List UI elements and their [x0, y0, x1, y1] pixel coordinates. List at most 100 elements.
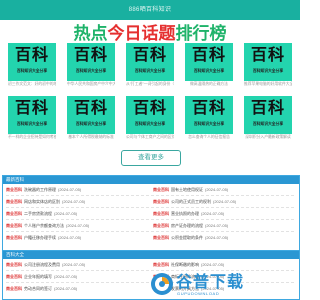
thumb-logo-text: 百科 [191, 98, 226, 117]
list-item[interactable]: 商业百科 国有土地使用权证 (2024-07-05) [153, 185, 295, 195]
item-date: (2024-07-05) [201, 211, 225, 216]
item-tag[interactable]: 商业百科 [6, 286, 22, 291]
thumb-subtitle: 百科知识大全分享 [134, 122, 166, 126]
thumb-subtitle: 百科知识大全分享 [75, 122, 107, 126]
topic-card[interactable]: 百科百科知识大全分享 初三作文范文：好的初中的地方名... [8, 43, 56, 88]
topic-thumbnail[interactable]: 百科百科知识大全分享 [67, 43, 115, 81]
thumb-logo-text: 百科 [250, 45, 285, 64]
item-title[interactable]: 劳动合同的签订 [24, 286, 52, 291]
topic-caption[interactable]: 深圳积分入户最新政策解读 [244, 134, 292, 141]
topic-thumbnail[interactable]: 百科 百科知识大全分享 [67, 96, 115, 134]
topic-thumbnail[interactable]: 百科 百科知识大全分享 [126, 43, 174, 81]
item-tag[interactable]: 商业百科 [153, 223, 169, 228]
topic-card[interactable]: 百科百科知识大全分享 公司与个体工商户之间的区别 [126, 96, 174, 141]
thumb-subtitle: 百科知识大全分享 [75, 69, 107, 73]
item-date: (2024-07-05) [201, 262, 225, 267]
item-title[interactable]: 营业执照的办理 [171, 211, 199, 216]
item-tag[interactable]: 商业百科 [6, 274, 22, 279]
thumb-logo-text: 百科 [73, 45, 108, 64]
topic-caption[interactable]: 不一样的企业招待是如何考核的 [8, 134, 56, 141]
topic-thumbnail[interactable]: 百科 百科知识大全分享 [8, 96, 56, 134]
list-item[interactable]: 商业百科 公积金提取的条件 (2024-07-05) [153, 233, 295, 243]
item-tag[interactable]: 商业百科 [6, 262, 22, 267]
topic-card[interactable]: 百科百科知识大全分享 中华人民共和国房产中介中大局出... [67, 43, 115, 88]
list-item[interactable]: 商业百科 社保断缴的影响 (2024-07-05) [153, 260, 295, 270]
topic-thumbnail[interactable]: 百科百科知识大全分享 [126, 96, 174, 134]
topic-caption[interactable]: 中华人民共和国房产中介中大局出... [67, 81, 115, 88]
topic-thumbnail[interactable]: 百科 百科知识大全分享 [8, 43, 56, 81]
item-tag[interactable]: 商业百科 [153, 199, 169, 204]
item-tag[interactable]: 商业百科 [6, 199, 22, 204]
list-item[interactable]: 商业百科 洗碗器的工作原理 (2024-07-05) [6, 185, 146, 195]
item-tag[interactable]: 商业百科 [6, 235, 22, 240]
item-title[interactable]: 网店和实体店的区别 [24, 199, 60, 204]
item-tag[interactable]: 商业百科 [6, 187, 22, 192]
list-item[interactable]: 商业百科 个人账户余额查询方法 (2024-07-05) [6, 221, 146, 231]
item-title[interactable]: 户籍迁移办理手续 [24, 235, 56, 240]
topic-card[interactable]: 百科百科知识大全分享 从“打工者”一词引起的身份（认... [126, 43, 174, 88]
item-date: (2024-07-05) [54, 274, 78, 279]
item-date: (2024-07-05) [66, 223, 90, 228]
list-item[interactable]: 商业百科 二手房贷款流程 (2024-07-05) [6, 209, 146, 219]
item-tag[interactable]: 商业百科 [153, 187, 169, 192]
logo-text: 谷普下载 [176, 272, 245, 291]
item-tag[interactable]: 商业百科 [153, 235, 169, 240]
topic-caption[interactable]: 公司与个体工商户之间的区别 [126, 134, 174, 141]
topic-card[interactable]: 百科 百科知识大全分享 怎么查询个人的征信报告 [185, 96, 233, 141]
list-item[interactable]: 商业百科 营业执照的办理 (2024-07-05) [153, 209, 295, 219]
list-item[interactable]: 商业百科 公司的正式员工的权利 (2024-07-05) [153, 197, 295, 207]
item-date: (2024-07-05) [54, 286, 78, 291]
topic-caption[interactable]: 初三作文范文：好的初中的地方名... [8, 81, 56, 88]
logo-subtext: GUPUDOWNLOAD [177, 291, 220, 296]
topic-caption[interactable]: 基本个人所得税缴纳的标准 [67, 134, 115, 141]
item-date: (2024-07-05) [62, 262, 86, 267]
topic-caption[interactable]: 从“打工者”一词引起的身份（认... [126, 81, 174, 88]
topic-thumbnail[interactable]: 百科 百科知识大全分享 [185, 96, 233, 134]
row-divider [6, 219, 294, 220]
list-item[interactable]: 商业百科 户籍迁移办理手续 (2024-07-05) [6, 233, 146, 243]
topic-thumbnail[interactable]: 百科 百科知识大全分享 [185, 43, 233, 81]
topic-thumbnail[interactable]: 百科 百科知识大全分享 [244, 43, 292, 81]
item-tag[interactable]: 商业百科 [6, 211, 22, 216]
item-title[interactable]: 社保断缴的影响 [171, 262, 199, 267]
topic-thumbnail[interactable]: 百科 百科知识大全分享 [244, 96, 292, 134]
latest-section-title: 最新百科 [3, 176, 299, 184]
thumb-logo-text: 百科 [14, 98, 49, 117]
topic-card[interactable]: 百科 百科知识大全分享 不一样的企业招待是如何考核的 [8, 96, 56, 141]
item-title[interactable]: 二手房贷款流程 [24, 211, 52, 216]
list-item[interactable]: 商业百科 企业年报的填写 (2024-07-05) [6, 272, 146, 282]
item-title[interactable]: 公积金提取的条件 [171, 235, 203, 240]
item-title[interactable]: 公司注册流程及费用 [24, 262, 60, 267]
list-item[interactable]: 商业百科 网店和实体店的区别 (2024-07-05) [6, 197, 146, 207]
list-item[interactable]: 商业百科 劳动合同的签订 (2024-07-05) [6, 284, 146, 294]
item-tag[interactable]: 商业百科 [6, 223, 22, 228]
item-date: (2024-07-05) [62, 199, 86, 204]
list-item[interactable]: 商业百科 公司注册流程及费用 (2024-07-05) [6, 260, 146, 270]
thumb-subtitle: 百科知识大全分享 [252, 122, 284, 126]
list-item[interactable]: 商业百科 房产证办理的流程 (2024-07-05) [153, 221, 295, 231]
item-title[interactable]: 企业年报的填写 [24, 274, 52, 279]
hero-title-part1: 热点 [73, 24, 108, 44]
item-title[interactable]: 房产证办理的流程 [171, 223, 203, 228]
item-title[interactable]: 国有土地使用权证 [171, 187, 203, 192]
topic-card[interactable]: 百科 百科知识大全分享 深圳积分入户最新政策解读 [244, 96, 292, 141]
thumb-logo-text: 百科 [14, 45, 49, 64]
item-title[interactable]: 洗碗器的工作原理 [24, 187, 56, 192]
topic-caption[interactable]: 做高温隔热的正确方法 [185, 81, 233, 88]
item-tag[interactable]: 商业百科 [153, 262, 169, 267]
item-date: (2024-07-05) [58, 187, 82, 192]
item-tag[interactable]: 商业百科 [153, 211, 169, 216]
topic-caption[interactable]: 怎么查询个人的征信报告 [185, 134, 233, 141]
thumb-logo-text: 百科 [132, 98, 167, 117]
watermark-logo: 谷普下载 GUPUDOWNLOAD [150, 270, 250, 298]
thumb-subtitle: 百科知识大全分享 [193, 69, 225, 73]
item-title[interactable]: 公司的正式员工的权利 [171, 199, 211, 204]
topic-caption[interactable]: 推荐苹果电脑的好用软件大全 [244, 81, 292, 88]
view-more-button[interactable]: 查看更多 [121, 150, 181, 166]
item-title[interactable]: 个人账户余额查询方法 [24, 223, 64, 228]
site-name[interactable]: 886晒百科知识 [129, 7, 171, 13]
topic-card[interactable]: 百科 百科知识大全分享 基本个人所得税缴纳的标准 [67, 96, 115, 141]
topic-card[interactable]: 百科 百科知识大全分享 推荐苹果电脑的好用软件大全 [244, 43, 292, 88]
topic-card[interactable]: 百科 百科知识大全分享 做高温隔热的正确方法 [185, 43, 233, 88]
hero-title-part2: 今日话题 [107, 24, 176, 44]
